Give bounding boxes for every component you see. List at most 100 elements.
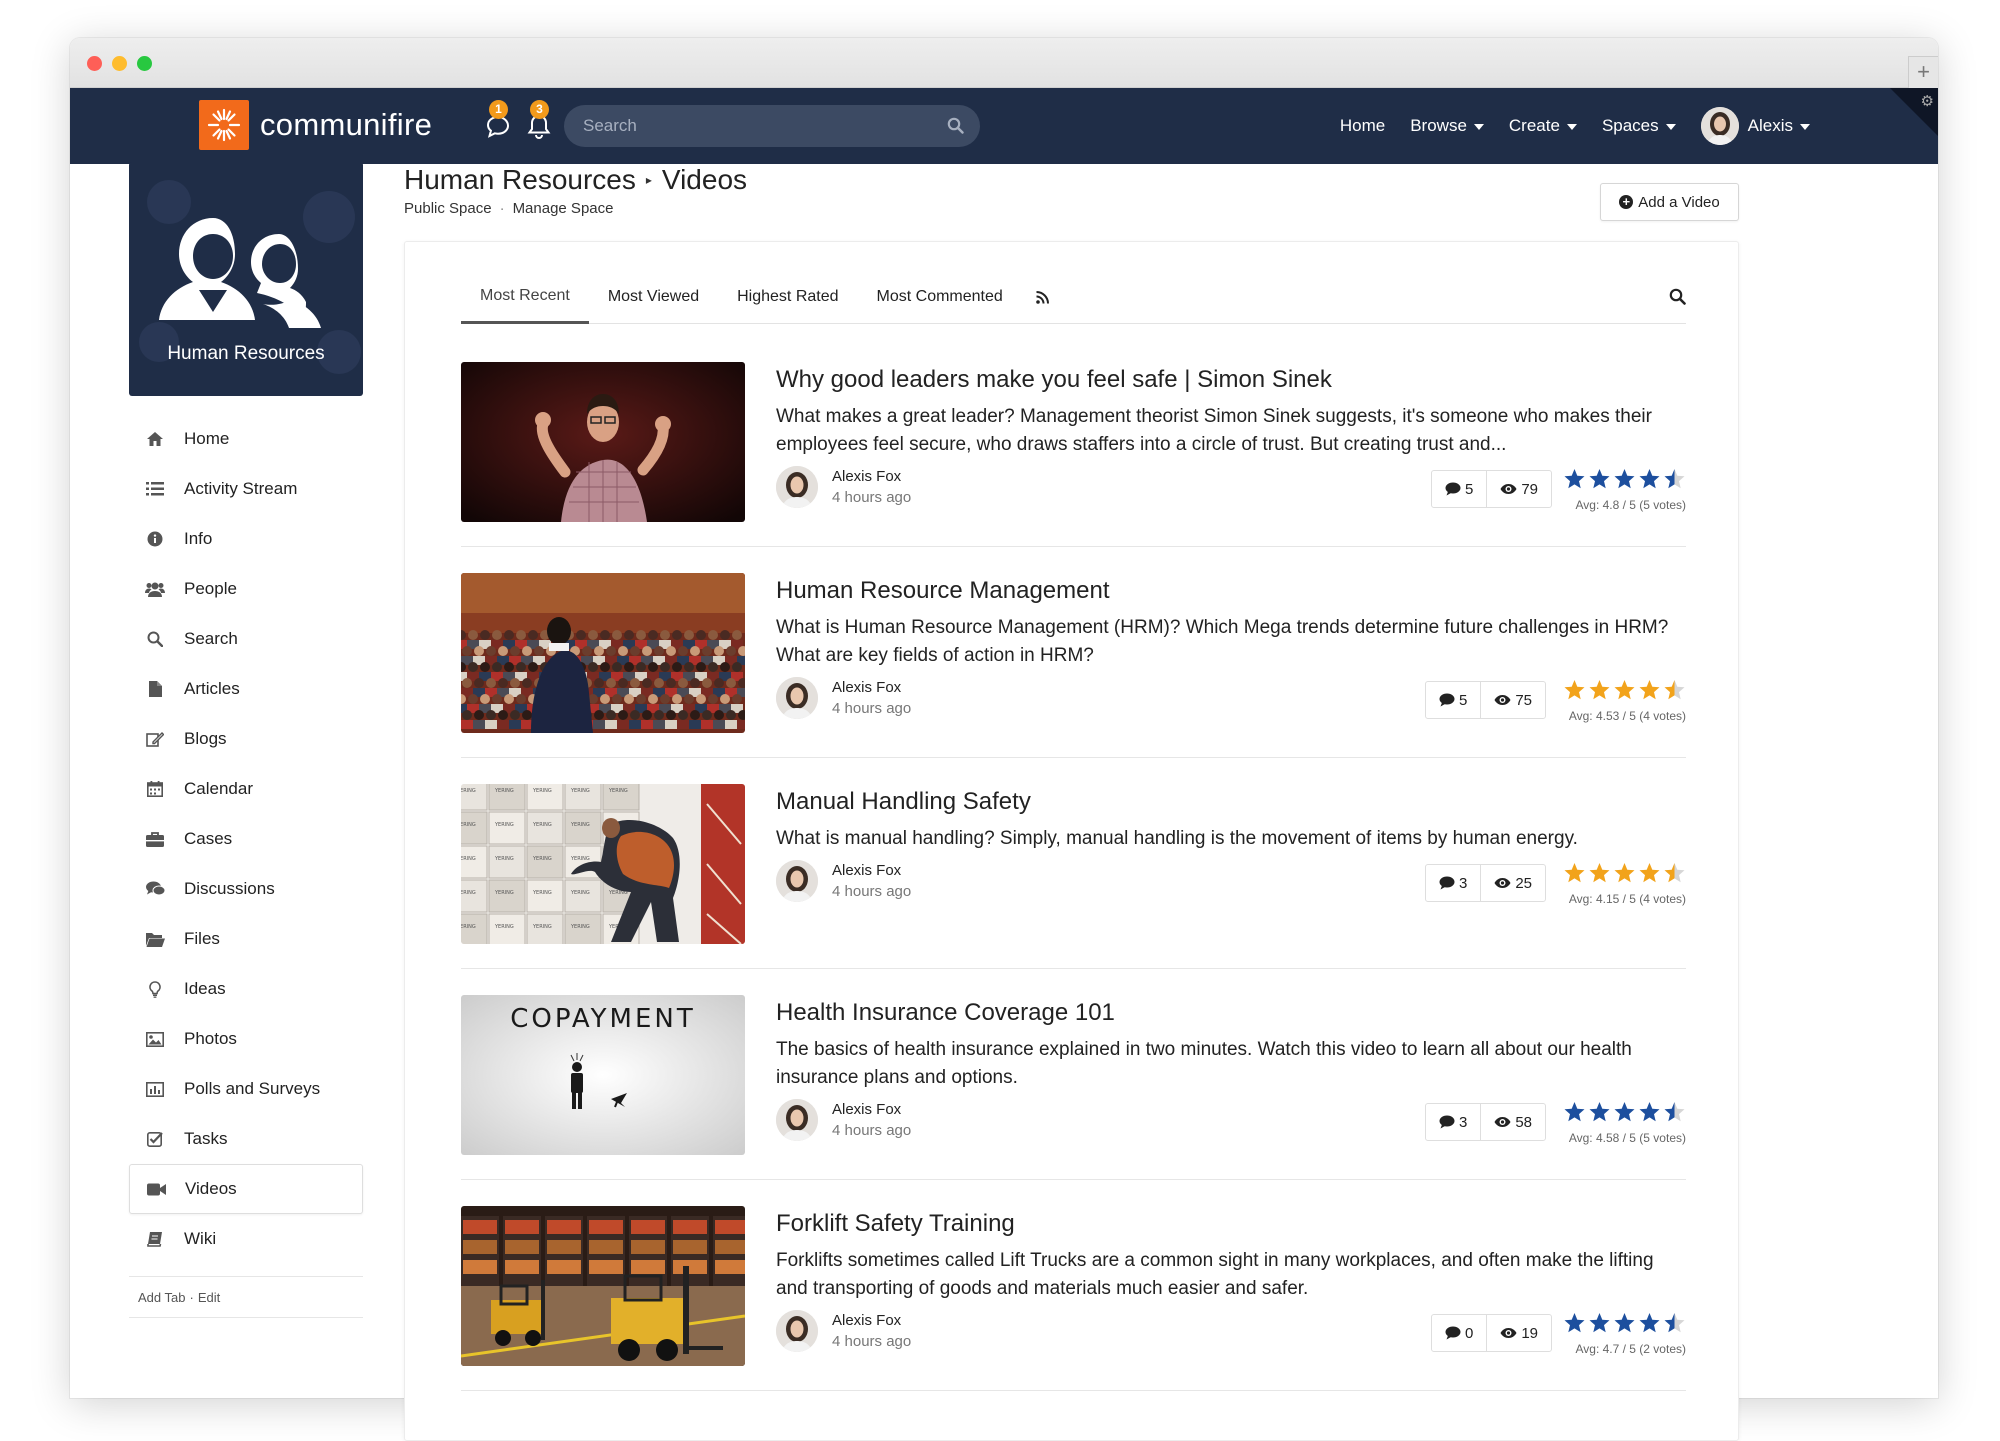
sidebar-item-activity-stream[interactable]: Activity Stream [129, 464, 363, 514]
rating-star-icon[interactable] [1561, 862, 1586, 889]
author-avatar[interactable] [776, 1310, 818, 1352]
sidebar-item-info[interactable]: Info [129, 514, 363, 564]
rating-star-icon[interactable] [1586, 679, 1611, 706]
add-video-button[interactable]: + Add a Video [1600, 183, 1739, 221]
notifications-button[interactable]: 3 [524, 100, 554, 144]
new-tab-button[interactable]: + [1908, 56, 1938, 88]
close-window-button[interactable] [87, 56, 102, 71]
sidebar-item-wiki[interactable]: Wiki [129, 1214, 363, 1264]
video-title[interactable]: Manual Handling Safety [776, 788, 1031, 816]
rating-star-icon[interactable] [1636, 468, 1661, 495]
rating-star-icon[interactable] [1636, 862, 1661, 889]
video-title[interactable]: Forklift Safety Training [776, 1210, 1015, 1238]
rating-star-icon[interactable] [1586, 1312, 1611, 1339]
add-tab-link[interactable]: Add Tab [138, 1290, 185, 1305]
rating-star-icon[interactable] [1561, 468, 1586, 495]
rating-star-icon[interactable] [1636, 679, 1661, 706]
comments-count[interactable]: 3 [1426, 865, 1480, 901]
author-avatar[interactable] [776, 677, 818, 719]
messages-button[interactable]: 1 [483, 100, 513, 144]
author-name[interactable]: Alexis Fox [832, 1101, 911, 1118]
nav-spaces[interactable]: Spaces [1602, 116, 1676, 136]
tab-most-viewed[interactable]: Most Viewed [589, 270, 718, 324]
video-thumbnail[interactable]: YERING YERING YERING YERING YERING YERING YERI… [461, 784, 745, 944]
sidebar-item-files[interactable]: Files [129, 914, 363, 964]
rating-star-icon[interactable] [1586, 862, 1611, 889]
comments-count[interactable]: 3 [1426, 1104, 1480, 1140]
author-name[interactable]: Alexis Fox [832, 862, 911, 879]
author-name[interactable]: Alexis Fox [832, 1312, 911, 1329]
video-title[interactable]: Health Insurance Coverage 101 [776, 999, 1115, 1027]
rating-star-icon[interactable] [1611, 1101, 1636, 1128]
video-title[interactable]: Why good leaders make you feel safe | Si… [776, 366, 1332, 394]
rating-star-icon[interactable] [1636, 1312, 1661, 1339]
author-name[interactable]: Alexis Fox [832, 468, 911, 485]
rating-star-icon[interactable] [1661, 862, 1686, 889]
rating-star-icon[interactable] [1561, 1312, 1586, 1339]
nav-browse-label: Browse [1410, 116, 1467, 135]
sidebar-item-people[interactable]: People [129, 564, 363, 614]
nav-create[interactable]: Create [1509, 116, 1577, 136]
tab-highest-rated[interactable]: Highest Rated [718, 270, 857, 324]
author-avatar[interactable] [776, 1099, 818, 1141]
edit-tabs-link[interactable]: Edit [198, 1290, 220, 1305]
breadcrumb-space[interactable]: Human Resources [404, 164, 636, 196]
rating-star-icon[interactable] [1586, 468, 1611, 495]
rating-star-icon[interactable] [1561, 1101, 1586, 1128]
sidebar-item-tasks[interactable]: Tasks [129, 1114, 363, 1164]
nav-browse[interactable]: Browse [1410, 116, 1484, 136]
search-videos-icon[interactable] [1669, 288, 1686, 305]
author-avatar[interactable] [776, 466, 818, 508]
author-avatar[interactable] [776, 860, 818, 902]
rating-star-icon[interactable] [1661, 679, 1686, 706]
brand[interactable]: communifire [199, 100, 432, 150]
maximize-window-button[interactable] [137, 56, 152, 71]
rating-star-icon[interactable] [1611, 1312, 1636, 1339]
sidebar-item-search[interactable]: Search [129, 614, 363, 664]
rss-feed-button[interactable] [1026, 270, 1060, 324]
rating-star-icon[interactable] [1561, 679, 1586, 706]
sidebar-item-articles[interactable]: Articles [129, 664, 363, 714]
author-name[interactable]: Alexis Fox [832, 679, 911, 696]
space-card[interactable]: Human Resources [129, 162, 363, 396]
sidebar-item-photos[interactable]: Photos [129, 1014, 363, 1064]
sidebar-item-cases[interactable]: Cases [129, 814, 363, 864]
global-search-input[interactable] [564, 105, 980, 147]
video-thumbnail[interactable] [461, 573, 745, 733]
comments-count[interactable]: 0 [1432, 1315, 1486, 1351]
video-thumbnail[interactable] [461, 362, 745, 522]
sidebar-item-discussions[interactable]: Discussions [129, 864, 363, 914]
video-thumbnail[interactable] [461, 1206, 745, 1366]
rating-star-icon[interactable] [1611, 679, 1636, 706]
public-space-link[interactable]: Public Space [404, 200, 492, 217]
rating-star-icon[interactable] [1586, 1101, 1611, 1128]
sidebar-item-polls-and-surveys[interactable]: Polls and Surveys [129, 1064, 363, 1114]
comments-count[interactable]: 5 [1426, 682, 1480, 718]
tab-most-commented[interactable]: Most Commented [858, 270, 1022, 324]
sidebar-item-videos[interactable]: Videos [129, 1164, 363, 1214]
sidebar-item-blogs[interactable]: Blogs [129, 714, 363, 764]
sidebar-item-calendar[interactable]: Calendar [129, 764, 363, 814]
video-camera-icon [146, 1179, 166, 1199]
minimize-window-button[interactable] [112, 56, 127, 71]
rss-icon [1036, 290, 1050, 304]
manage-space-link[interactable]: Manage Space [513, 200, 614, 217]
rating-star-icon[interactable] [1611, 862, 1636, 889]
tab-most-recent[interactable]: Most Recent [461, 270, 589, 324]
video-thumbnail[interactable]: COPAYMENT [461, 995, 745, 1155]
rating-star-icon[interactable] [1611, 468, 1636, 495]
video-title[interactable]: Human Resource Management [776, 577, 1110, 605]
rating-star-icon[interactable] [1661, 1101, 1686, 1128]
breadcrumb-page[interactable]: Videos [662, 164, 747, 196]
comments-count[interactable]: 5 [1432, 471, 1486, 507]
sidebar-item-home[interactable]: Home [129, 414, 363, 464]
rating-star-icon[interactable] [1661, 468, 1686, 495]
rating-star-icon[interactable] [1636, 1101, 1661, 1128]
sidebar-item-ideas[interactable]: Ideas [129, 964, 363, 1014]
settings-corner[interactable]: ⚙ [1890, 88, 1938, 136]
nav-home[interactable]: Home [1340, 116, 1385, 136]
search-icon[interactable] [947, 117, 964, 134]
post-time: 4 hours ago [832, 700, 912, 717]
rating-star-icon[interactable] [1661, 1312, 1686, 1339]
user-menu[interactable]: Alexis [1700, 107, 1810, 145]
